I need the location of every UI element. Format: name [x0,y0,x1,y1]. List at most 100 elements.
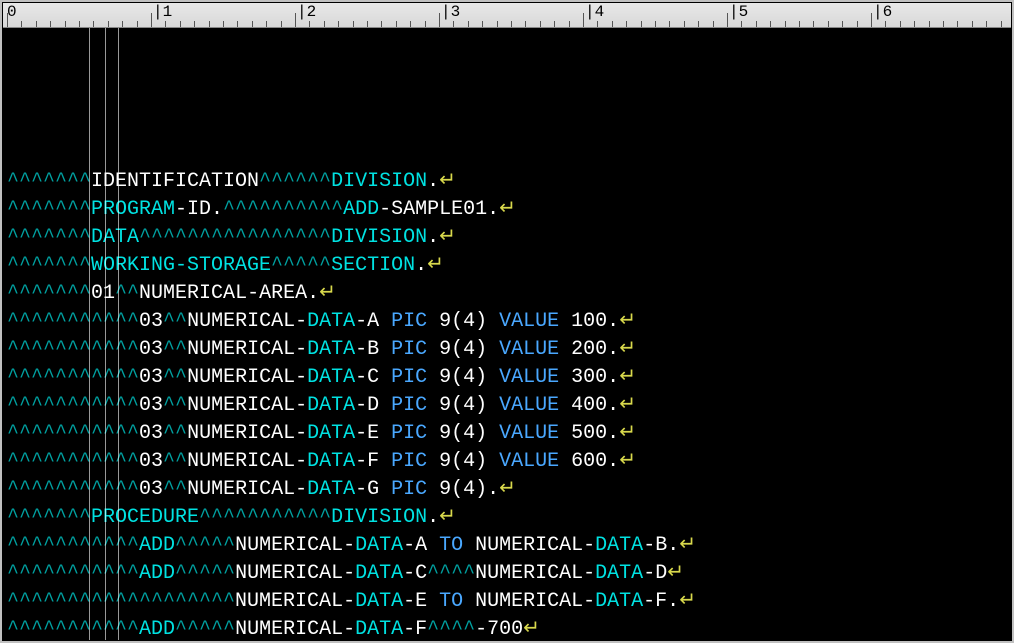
ruler-tick-minor [309,21,310,27]
code-token: NUMERICAL- [463,534,595,557]
code-editor[interactable]: ^^^^^^^IDENTIFICATION^^^^^^DIVISION.↵^^^… [3,28,1011,640]
code-token: NUMERICAL- [463,590,595,613]
whitespace-marker: ^^^^^^^^^^^ [7,338,139,361]
ruler-tick-minor [137,21,138,27]
whitespace-marker: ^^^^^^^ [7,170,91,193]
code-line[interactable]: ^^^^^^^01^^NUMERICAL-AREA.↵ [3,280,1011,308]
code-token: 9(4) [427,450,499,473]
keyword-token: DATA [355,618,403,640]
ruler-tick-minor [410,21,411,27]
ruler-tick-minor [943,21,944,27]
keyword-token: DIVISION [331,506,427,529]
whitespace-marker: ^^^^^^^^^^^^^^^^^^^ [7,590,235,613]
ruler-tick-minor [65,21,66,27]
whitespace-marker: ^^ [163,394,187,417]
ruler-tick-minor [281,21,282,27]
code-token: -SAMPLE01. [379,198,499,221]
ruler-tick-major [871,13,872,27]
code-token: 03 [139,422,163,445]
ruler-tick-minor [36,21,37,27]
keyword-token: VALUE [499,450,559,473]
margin-rule-1 [89,28,90,640]
whitespace-marker: ^^^^^^^^^^^ [7,534,139,557]
ruler-tick-major [295,13,296,27]
code-token: 400. [559,394,619,417]
code-line[interactable]: ^^^^^^^^^^^ADD^^^^^NUMERICAL-DATA-A TO N… [3,532,1011,560]
code-line[interactable]: ^^^^^^^WORKING-STORAGE^^^^^SECTION.↵ [3,252,1011,280]
keyword-token: DATA [307,310,355,333]
ruler-tick-minor [338,21,339,27]
code-token: . [427,170,439,193]
code-line[interactable]: ^^^^^^^^^^^^^^^^^^^NUMERICAL-DATA-E TO N… [3,588,1011,616]
keyword-token: PIC [391,478,427,501]
code-token: 03 [139,338,163,361]
ruler-tick-minor [252,21,253,27]
code-line[interactable]: ^^^^^^^^^^^03^^NUMERICAL-DATA-B PIC 9(4)… [3,336,1011,364]
code-line[interactable]: ^^^^^^^^^^^03^^NUMERICAL-DATA-G PIC 9(4)… [3,476,1011,504]
eol-icon: ↵ [523,618,540,640]
eol-icon: ↵ [499,478,516,501]
code-token: . [427,226,439,249]
code-token: -C [403,562,427,585]
code-token: . [415,254,427,277]
code-line[interactable]: ^^^^^^^^^^^03^^NUMERICAL-DATA-F PIC 9(4)… [3,448,1011,476]
code-token: 03 [139,310,163,333]
code-line[interactable]: ^^^^^^^IDENTIFICATION^^^^^^DIVISION.↵ [3,168,1011,196]
whitespace-marker: ^^ [163,450,187,473]
code-line[interactable]: ^^^^^^^^^^^ADD^^^^^NUMERICAL-DATA-C^^^^N… [3,560,1011,588]
whitespace-marker: ^^^^^^ [259,170,331,193]
code-line[interactable]: ^^^^^^^^^^^03^^NUMERICAL-DATA-A PIC 9(4)… [3,308,1011,336]
ruler-tick-major [439,13,440,27]
ruler-label: 0 [7,3,17,21]
ruler-tick-minor [885,21,886,27]
code-line[interactable]: ^^^^^^^PROCEDURE^^^^^^^^^^^DIVISION.↵ [3,504,1011,532]
ruler-tick-minor [122,21,123,27]
code-line[interactable]: ^^^^^^^DATA^^^^^^^^^^^^^^^^DIVISION.↵ [3,224,1011,252]
whitespace-marker: ^^^^^^^^^^^ [7,562,139,585]
ruler-tick-minor [50,21,51,27]
ruler-tick-minor [554,21,555,27]
ruler-tick-minor [511,21,512,27]
code-token: IDENTIFICATION [91,170,259,193]
code-token: 03 [139,450,163,473]
ruler-tick-minor [612,21,613,27]
ruler-label: |6 [873,3,892,21]
code-token: NUMERICAL- [235,534,355,557]
ruler-tick-minor [425,21,426,27]
code-line[interactable]: ^^^^^^^^^^^03^^NUMERICAL-DATA-C PIC 9(4)… [3,364,1011,392]
ruler-tick-minor [93,21,94,27]
code-token: -ID. [175,198,223,221]
code-token: 600. [559,450,619,473]
eol-icon: ↵ [619,366,636,389]
margin-rule-2 [105,28,106,640]
code-token: 9(4) [427,422,499,445]
keyword-token: PIC [391,422,427,445]
ruler-tick-minor [108,21,109,27]
keyword-token: DATA [355,534,403,557]
ruler-tick-minor [367,21,368,27]
keyword-token: DATA [595,562,643,585]
code-line[interactable]: ^^^^^^^^^^^03^^NUMERICAL-DATA-E PIC 9(4)… [3,420,1011,448]
keyword-token: VALUE [499,310,559,333]
code-line[interactable]: ^^^^^^^PROGRAM-ID.^^^^^^^^^^ADD-SAMPLE01… [3,196,1011,224]
whitespace-marker: ^^^^^^^^^^^ [7,422,139,445]
ruler-tick-major [583,13,584,27]
whitespace-marker: ^^^^^^^ [7,198,91,221]
keyword-token: ADD [139,618,175,640]
ruler-tick-minor [813,21,814,27]
code-token: -D [355,394,391,417]
code-token: 9(4) [427,394,499,417]
ruler-label: |1 [153,3,172,21]
ruler-tick-minor [986,21,987,27]
ruler-tick-minor [1001,21,1002,27]
code-line[interactable]: ^^^^^^^^^^^03^^NUMERICAL-DATA-D PIC 9(4)… [3,392,1011,420]
ruler-tick-minor [165,21,166,27]
keyword-token: DATA [307,394,355,417]
keyword-token: DATA [307,450,355,473]
ruler-tick-minor [324,21,325,27]
code-line[interactable]: ^^^^^^^^^^^ADD^^^^^NUMERICAL-DATA-F^^^^-… [3,616,1011,640]
keyword-token: PIC [391,338,427,361]
ruler-tick-minor [669,21,670,27]
ruler-tick-minor [237,21,238,27]
ruler-tick-minor [914,21,915,27]
